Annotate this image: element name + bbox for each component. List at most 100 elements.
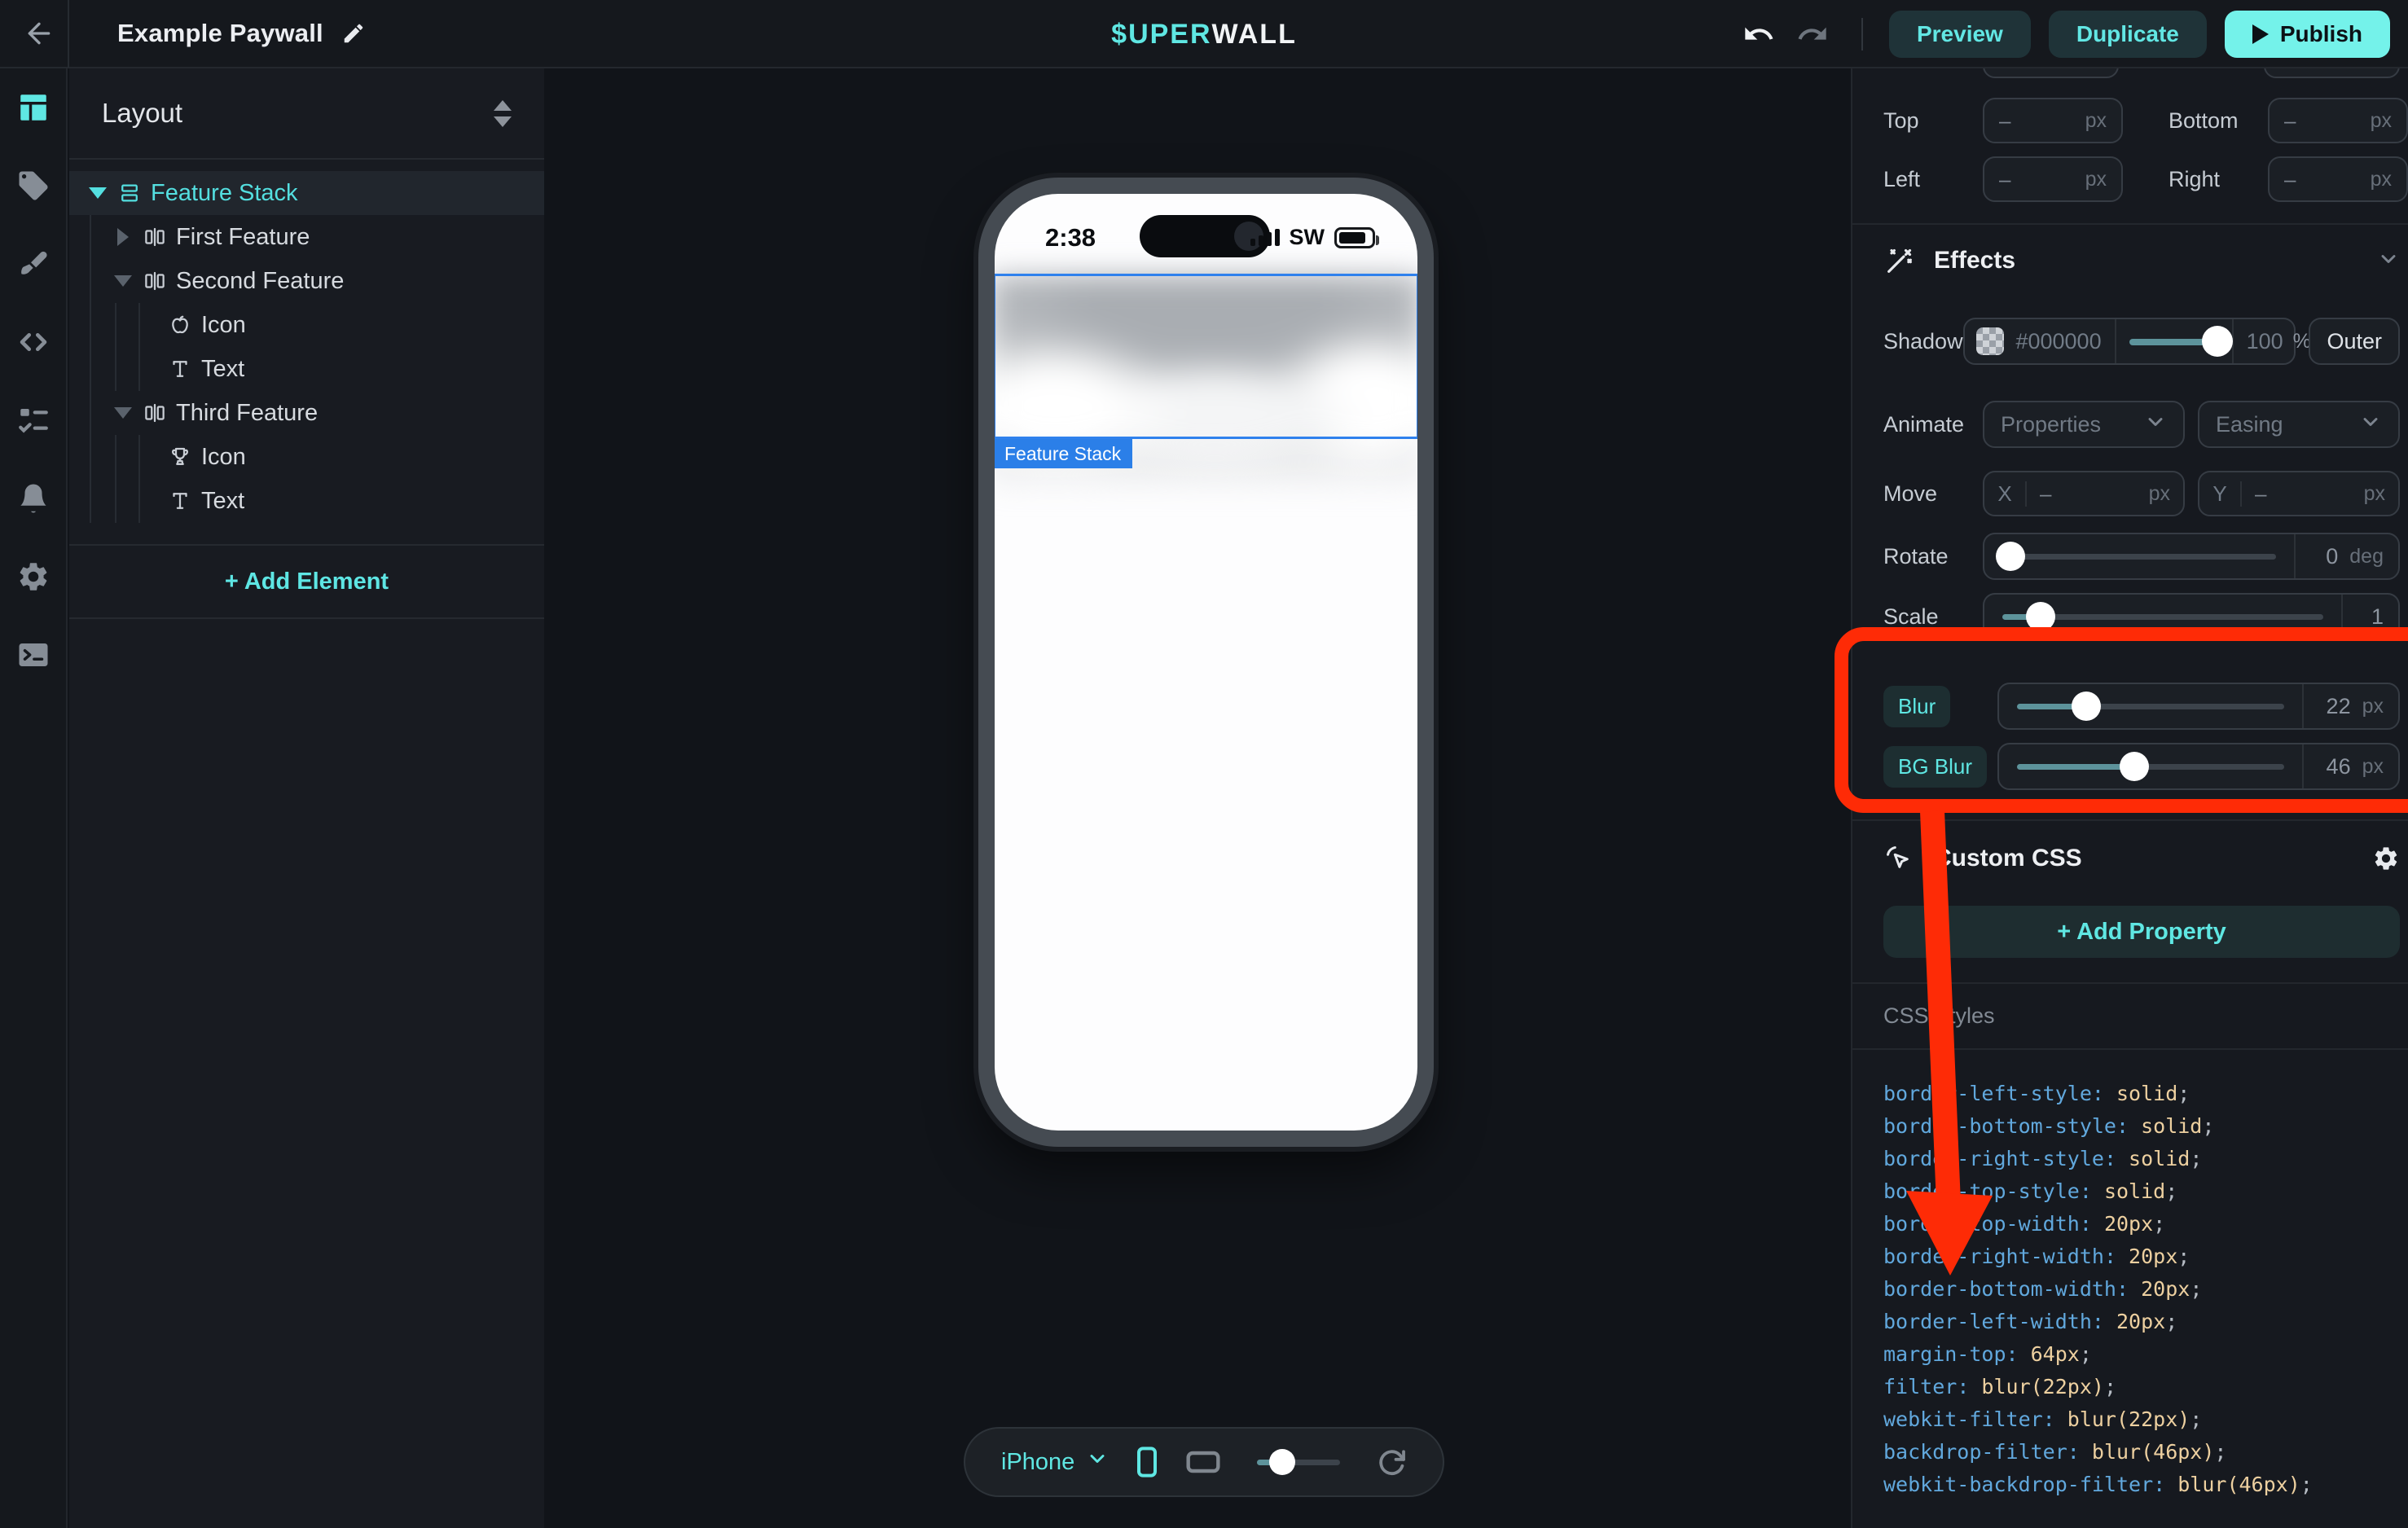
back-button[interactable] [21, 15, 57, 51]
rail-item-checklist[interactable] [0, 381, 67, 459]
shadow-color-hex[interactable]: #000000 [2015, 329, 2101, 354]
selection-label: Feature Stack [995, 439, 1132, 468]
slider-thumb[interactable] [2072, 692, 2101, 721]
indent-guide [90, 391, 91, 435]
tree-item-label: Icon [201, 312, 246, 339]
tree-item-third-feature[interactable]: Third Feature [69, 391, 544, 435]
css-declaration: filter: blur(22px); [1883, 1371, 2400, 1403]
animate-easing-select[interactable]: Easing [2198, 401, 2400, 448]
css-declaration: border-right-width: 20px; [1883, 1240, 2400, 1273]
caret-right-icon[interactable] [111, 228, 135, 246]
margin-left-label: Left [1883, 167, 1983, 192]
cut-off-input[interactable] [2264, 68, 2400, 78]
slider-thumb[interactable] [1269, 1449, 1295, 1475]
move-x-input[interactable]: X–px [1983, 471, 2185, 516]
scale-slider[interactable]: 1 [1983, 593, 2400, 640]
caret-down-icon[interactable] [111, 407, 135, 419]
slider-thumb[interactable] [2120, 752, 2149, 781]
selection-outline[interactable] [995, 274, 1417, 439]
edit-pencil-icon[interactable] [341, 21, 366, 46]
indent-guide [90, 303, 91, 347]
shadow-label: Shadow [1883, 329, 1963, 354]
duplicate-button[interactable]: Duplicate [2049, 11, 2207, 58]
landscape-orientation-button[interactable] [1185, 1448, 1221, 1476]
margin-right-input[interactable]: –px [2268, 156, 2408, 202]
shadow-mode-button[interactable]: Outer [2309, 318, 2400, 365]
margin-bottom-input[interactable]: –px [2268, 98, 2408, 143]
sort-icon[interactable] [494, 100, 512, 127]
bg-blur-chip[interactable]: BG Blur [1883, 746, 1987, 788]
margin-bottom-label: Bottom [2169, 108, 2268, 134]
tree-item-icon[interactable]: Icon [69, 303, 544, 347]
portrait-orientation-button[interactable] [1133, 1446, 1161, 1478]
bg-blur-slider[interactable]: 46px [1997, 743, 2400, 790]
left-icon-rail [0, 68, 68, 1528]
preview-button[interactable]: Preview [1889, 11, 2031, 58]
paint-brush-icon [16, 247, 51, 281]
tree-item-icon[interactable]: Icon [69, 435, 544, 479]
iphone-preview[interactable]: 2:38 SW Feature Stack [978, 178, 1434, 1147]
zoom-slider[interactable] [1257, 1450, 1340, 1474]
rows-icon [113, 178, 146, 208]
margin-top-input[interactable]: –px [1983, 98, 2123, 143]
publish-button[interactable]: Publish [2225, 11, 2390, 58]
custom-css-section-title: Custom CSS [1934, 845, 2372, 872]
columns-icon [138, 222, 171, 252]
margin-left-input[interactable]: –px [1983, 156, 2123, 202]
indent-guide [138, 347, 140, 391]
rotate-slider[interactable]: 0deg [1983, 533, 2400, 580]
chevron-down-icon[interactable] [2377, 248, 2400, 274]
slider-thumb[interactable] [2202, 326, 2233, 357]
shadow-opacity-value[interactable]: 100 [2247, 329, 2283, 354]
tree-item-label: Third Feature [176, 400, 318, 427]
tree-item-text[interactable]: Text [69, 347, 544, 391]
indent-guide [90, 435, 91, 479]
layers-tree: Feature StackFirst FeatureSecond Feature… [69, 160, 544, 523]
css-declaration: webkit-filter: blur(22px); [1883, 1403, 2400, 1436]
blur-slider[interactable]: 22px [1997, 683, 2400, 730]
undo-icon[interactable] [1742, 18, 1775, 50]
caret-down-icon[interactable] [86, 187, 110, 199]
rail-item-terminal[interactable] [0, 616, 67, 694]
blur-chip[interactable]: Blur [1883, 686, 1950, 727]
css-settings-gear-icon[interactable] [2372, 845, 2400, 872]
animate-label: Animate [1883, 412, 1983, 437]
cursor-click-icon [1883, 843, 1919, 874]
css-code-block[interactable]: border-left-style: solid;border-bottom-s… [1852, 1050, 2408, 1501]
animate-properties-select[interactable]: Properties [1983, 401, 2185, 448]
add-element-button[interactable]: + Add Element [69, 544, 544, 619]
divider [1861, 18, 1863, 50]
status-bar: 2:38 SW [995, 215, 1417, 264]
indent-guide [115, 435, 116, 479]
shadow-color-swatch[interactable] [1976, 327, 2004, 355]
margin-top-label: Top [1883, 108, 1983, 134]
device-select[interactable]: iPhone [1001, 1447, 1109, 1477]
redo-icon[interactable] [1796, 18, 1829, 50]
rail-item-settings[interactable] [0, 538, 67, 616]
scale-label: Scale [1883, 604, 1983, 630]
rail-item-code[interactable] [0, 303, 67, 381]
refresh-button[interactable] [1376, 1447, 1407, 1478]
tree-item-first-feature[interactable]: First Feature [69, 215, 544, 259]
tree-item-second-feature[interactable]: Second Feature [69, 259, 544, 303]
slider-thumb[interactable] [1996, 542, 2025, 571]
rail-item-products[interactable] [0, 147, 67, 225]
tree-item-feature-stack[interactable]: Feature Stack [69, 171, 544, 215]
move-y-input[interactable]: Y–px [2198, 471, 2400, 516]
add-property-button[interactable]: + Add Property [1883, 906, 2400, 958]
rail-item-layout[interactable] [0, 68, 67, 147]
cut-off-input[interactable] [1983, 68, 2119, 78]
slider-thumb[interactable] [2026, 602, 2055, 631]
layers-panel: Layout Feature StackFirst FeatureSecond … [69, 68, 544, 1528]
rail-item-notifications[interactable] [0, 459, 67, 538]
shadow-opacity-slider[interactable] [2115, 319, 2234, 363]
caret-down-icon[interactable] [111, 275, 135, 287]
inspector-panel: Top –px Bottom –px Left –px Right –px Ef… [1851, 68, 2408, 1528]
indent-guide [90, 215, 91, 259]
layout-icon [16, 90, 51, 125]
rail-item-theme[interactable] [0, 225, 67, 303]
text-icon [164, 354, 196, 384]
tree-item-text[interactable]: Text [69, 479, 544, 523]
indent-guide [138, 479, 140, 523]
columns-icon [138, 398, 171, 428]
